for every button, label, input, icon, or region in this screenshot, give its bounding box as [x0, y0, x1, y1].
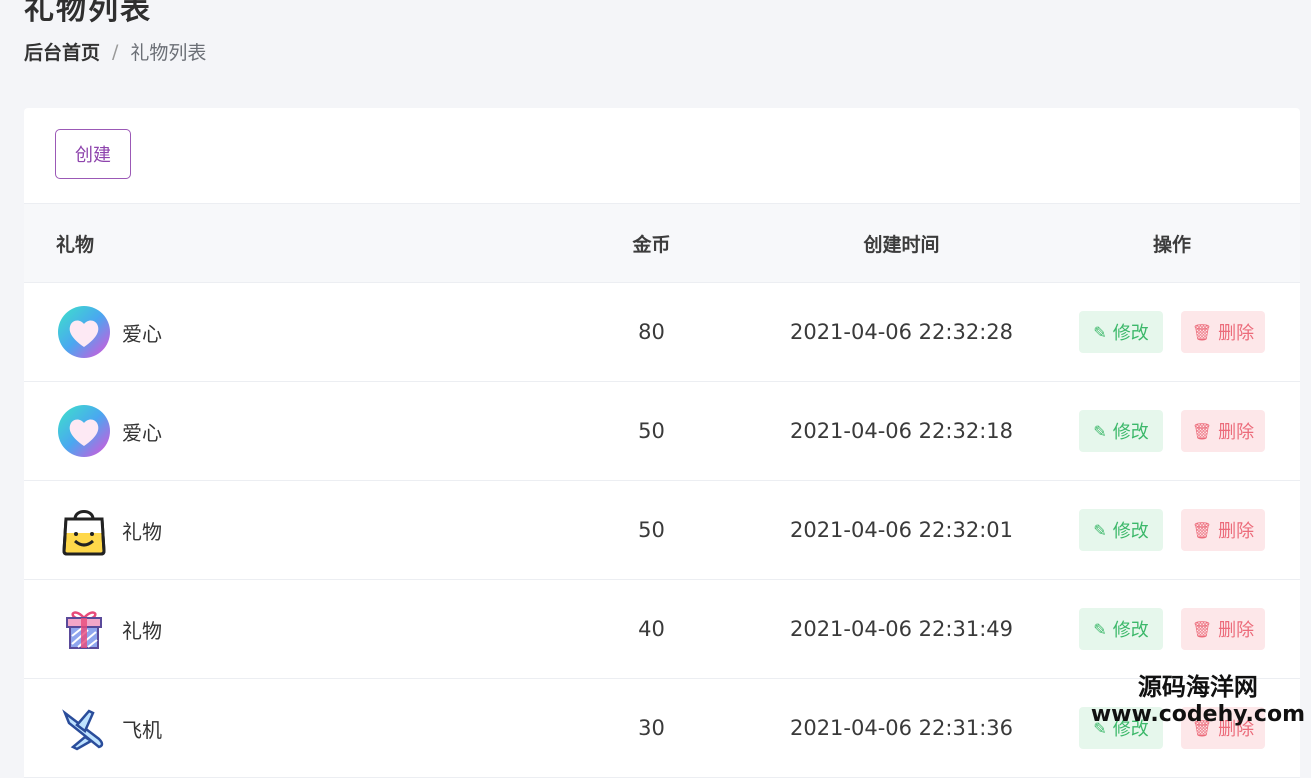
giftbox-icon — [56, 601, 112, 657]
delete-button[interactable]: 🗑 删除 — [1181, 608, 1265, 650]
breadcrumb-separator: / — [112, 40, 119, 63]
header-gift: 礼物 — [56, 233, 95, 256]
delete-button[interactable]: 🗑 删除 — [1181, 311, 1265, 353]
gift-coins: 80 — [638, 320, 665, 344]
page-title: 礼物列表 — [24, 0, 152, 27]
trash-icon: 🗑 — [1191, 619, 1213, 639]
breadcrumb-current: 礼物列表 — [130, 42, 207, 64]
heart-icon — [56, 304, 112, 360]
pencil-icon: ✎ — [1093, 520, 1107, 540]
bag-icon — [56, 502, 112, 558]
pencil-icon: ✎ — [1093, 619, 1107, 639]
edit-button[interactable]: ✎ 修改 — [1079, 410, 1163, 452]
gift-created-at: 2021-04-06 22:32:28 — [789, 320, 1014, 344]
trash-icon: 🗑 — [1191, 322, 1213, 342]
edit-button[interactable]: ✎ 修改 — [1079, 311, 1163, 353]
gift-name: 爱心 — [122, 321, 162, 346]
pencil-icon: ✎ — [1093, 322, 1107, 342]
gift-coins: 50 — [638, 419, 665, 443]
delete-button[interactable]: 🗑 删除 — [1181, 410, 1265, 452]
trash-icon: 🗑 — [1191, 421, 1213, 441]
table-row: 礼物 50 2021-04-06 22:32:01 ✎ 修改 🗑 删除 — [24, 481, 1300, 580]
airplane-icon — [56, 700, 112, 756]
table-row: 爱心 80 2021-04-06 22:32:28 ✎ 修改 🗑 删除 — [24, 283, 1300, 382]
edit-button[interactable]: ✎ 修改 — [1079, 509, 1163, 551]
header-created-at: 创建时间 — [863, 233, 940, 256]
gift-name: 爱心 — [122, 420, 162, 445]
gift-coins: 30 — [638, 716, 665, 740]
pencil-icon: ✎ — [1093, 421, 1107, 441]
gift-created-at: 2021-04-06 22:32:18 — [789, 419, 1014, 443]
gift-list-card: 创建 礼物 金币 创建时间 操作 爱心 80 2021-04-06 22:32:… — [24, 108, 1300, 778]
header-actions: 操作 — [1152, 233, 1191, 256]
trash-icon: 🗑 — [1191, 520, 1213, 540]
delete-button[interactable]: 🗑 删除 — [1181, 509, 1265, 551]
gift-coins: 50 — [638, 518, 665, 542]
watermark-url: www.codehy.com — [1090, 702, 1305, 727]
table-header: 礼物 金币 创建时间 操作 — [24, 203, 1300, 283]
watermark-text: 源码海洋网 — [1137, 673, 1258, 701]
gift-name: 飞机 — [122, 717, 162, 742]
table-row: 爱心 50 2021-04-06 22:32:18 ✎ 修改 🗑 删除 — [24, 382, 1300, 481]
edit-button[interactable]: ✎ 修改 — [1079, 608, 1163, 650]
gift-name: 礼物 — [122, 519, 162, 544]
gift-name: 礼物 — [122, 618, 162, 643]
table-row: 礼物 40 2021-04-06 22:31:49 ✎ 修改 🗑 删除 — [24, 580, 1300, 679]
watermark: 源码海洋网 www.codehy.com — [1091, 667, 1305, 727]
heart-icon — [56, 403, 112, 459]
create-button[interactable]: 创建 — [55, 129, 131, 179]
gift-created-at: 2021-04-06 22:31:36 — [789, 716, 1014, 740]
gift-created-at: 2021-04-06 22:32:01 — [789, 518, 1014, 542]
breadcrumb-home[interactable]: 后台首页 — [24, 38, 100, 65]
gift-created-at: 2021-04-06 22:31:49 — [789, 617, 1014, 641]
gift-coins: 40 — [638, 617, 665, 641]
breadcrumb: 后台首页 / 礼物列表 — [24, 38, 206, 65]
header-coins: 金币 — [632, 233, 671, 256]
